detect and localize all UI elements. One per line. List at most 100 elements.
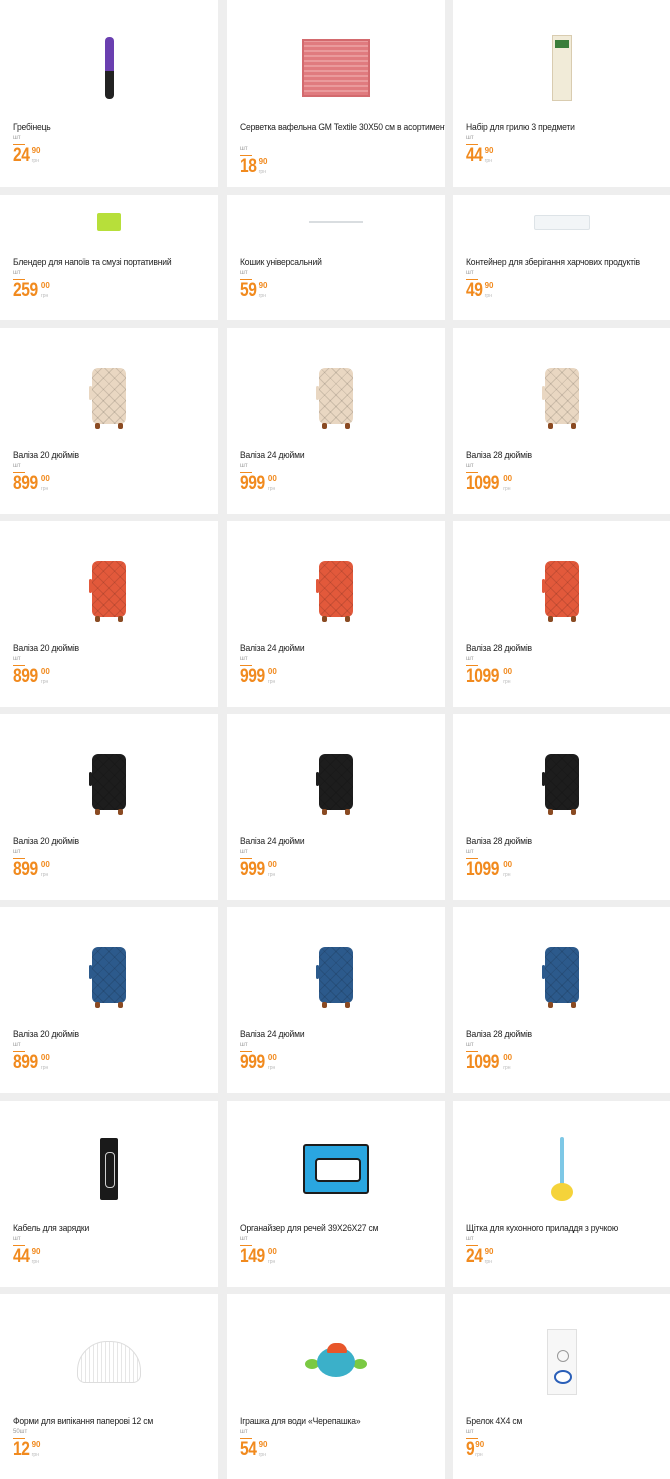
- price-cents: 90: [31, 1247, 41, 1256]
- product-card[interactable]: Валіза 20 дюймів шт 899 00 грн: [0, 328, 218, 514]
- product-image[interactable]: [453, 1324, 670, 1400]
- product-card[interactable]: Валіза 28 дюймів шт 1099 00 грн: [453, 521, 670, 707]
- price-main: 24: [466, 1246, 483, 1267]
- product-card[interactable]: Щітка для кухонного приладдя з ручкою шт 2…: [453, 1101, 670, 1287]
- product-name[interactable]: Органайзер для речей 39Х26Х27 см: [240, 1223, 445, 1234]
- product-card[interactable]: Валіза 24 дюйми шт 999 00 грн: [227, 907, 445, 1093]
- product-image[interactable]: [0, 358, 218, 434]
- product-image[interactable]: [0, 1324, 218, 1400]
- product-name[interactable]: Іграшка для води «Черепашка»: [240, 1416, 445, 1427]
- price-currency: грн: [484, 1259, 492, 1265]
- product-name[interactable]: Серветка вафельна GM Textile 30Х50 см в …: [240, 122, 445, 133]
- product-card[interactable]: Серветка вафельна GM Textile 30Х50 см в …: [227, 0, 445, 187]
- product-name[interactable]: Щітка для кухонного приладдя з ручкою: [466, 1223, 670, 1234]
- suitcase-handle: [89, 772, 92, 786]
- suitcase-handle: [89, 579, 92, 593]
- product-name[interactable]: Валіза 24 дюйми: [240, 836, 445, 847]
- product-name[interactable]: Валіза 24 дюйми: [240, 450, 445, 461]
- product-image[interactable]: [227, 30, 445, 106]
- product-image[interactable]: [0, 937, 218, 1013]
- product-name[interactable]: Блендер для напоїв та смузі портативний: [13, 257, 218, 268]
- product-name[interactable]: Валіза 20 дюймів: [13, 643, 218, 654]
- product-name[interactable]: Кошик універсальний: [240, 257, 445, 268]
- product-card[interactable]: Контейнер для зберігання харчових продук…: [453, 195, 670, 320]
- product-unit: шт: [13, 463, 21, 469]
- price-cents: 00: [503, 667, 513, 676]
- product-image[interactable]: [227, 207, 445, 237]
- product-image[interactable]: [453, 1131, 670, 1207]
- price-cents: 00: [267, 1247, 277, 1256]
- product-name[interactable]: Набір для грилю 3 предмети: [466, 122, 670, 133]
- product-name[interactable]: Гребінець: [13, 122, 218, 133]
- product-image[interactable]: [453, 744, 670, 820]
- product-name[interactable]: Валіза 20 дюймів: [13, 450, 218, 461]
- product-name[interactable]: Валіза 24 дюйми: [240, 1029, 445, 1040]
- product-card[interactable]: Валіза 28 дюймів шт 1099 00 грн: [453, 714, 670, 900]
- product-image[interactable]: [227, 551, 445, 627]
- product-card[interactable]: Валіза 20 дюймів шт 899 00 грн: [0, 714, 218, 900]
- product-card[interactable]: Органайзер для речей 39Х26Х27 см шт 149 00 г…: [227, 1101, 445, 1287]
- container-icon: [533, 214, 590, 230]
- suitcase-wheel: [570, 809, 576, 815]
- product-image[interactable]: [0, 551, 218, 627]
- product-card[interactable]: Брелок 4Х4 см шт 9 90 грн: [453, 1294, 670, 1479]
- product-name[interactable]: Валіза 20 дюймів: [13, 1029, 218, 1040]
- price-cents: 90: [31, 146, 41, 155]
- product-card[interactable]: Валіза 20 дюймів шт 899 00 грн: [0, 907, 218, 1093]
- product-image[interactable]: [453, 207, 670, 237]
- product-image[interactable]: [0, 1131, 218, 1207]
- product-card[interactable]: Кошик універсальний шт 59 90 грн: [227, 195, 445, 320]
- product-image[interactable]: [227, 1324, 445, 1400]
- product-name[interactable]: Брелок 4Х4 см: [466, 1416, 670, 1427]
- product-card[interactable]: Валіза 28 дюймів шт 1099 00 грн: [453, 328, 670, 514]
- product-card[interactable]: Валіза 24 дюйми шт 999 00 грн: [227, 328, 445, 514]
- product-card[interactable]: Валіза 24 дюйми шт 999 00 грн: [227, 521, 445, 707]
- product-card[interactable]: Блендер для напоїв та смузі портативний ш…: [0, 195, 218, 320]
- product-card[interactable]: Валіза 28 дюймів шт 1099 00 грн: [453, 907, 670, 1093]
- product-name[interactable]: Валіза 28 дюймів: [466, 836, 670, 847]
- product-image[interactable]: [0, 207, 218, 237]
- product-image[interactable]: [453, 937, 670, 1013]
- product-name[interactable]: Валіза 28 дюймів: [466, 450, 670, 461]
- product-card[interactable]: Іграшка для води «Черепашка» шт 54 90 грн: [227, 1294, 445, 1479]
- product-price: 1099 00 грн: [466, 666, 512, 688]
- product-name[interactable]: Валіза 20 дюймів: [13, 836, 218, 847]
- product-unit: шт: [466, 656, 474, 662]
- product-image[interactable]: [0, 30, 218, 106]
- product-card[interactable]: Форми для випікання паперові 12 см 50шт 12…: [0, 1294, 218, 1479]
- price-cents: 00: [40, 667, 50, 676]
- suitcase-icon: [89, 368, 126, 429]
- product-name[interactable]: Валіза 28 дюймів: [466, 643, 670, 654]
- product-image[interactable]: [0, 744, 218, 820]
- price-main: 1099: [466, 666, 500, 687]
- price-currency: грн: [484, 293, 492, 299]
- product-card[interactable]: Гребінець шт 24 90 грн: [0, 0, 218, 187]
- product-unit: шт: [466, 135, 474, 141]
- product-name[interactable]: Контейнер для зберігання харчових продук…: [466, 257, 670, 268]
- product-image[interactable]: [227, 358, 445, 434]
- product-price: 59 90 грн: [240, 280, 268, 302]
- product-price: 18 90 грн: [240, 156, 268, 178]
- price-cents: 90: [258, 281, 268, 290]
- product-card[interactable]: Набір для грилю 3 предмети шт 44 90 грн: [453, 0, 670, 187]
- product-grid: Гребінець шт 24 90 грн Серветка вафельна GM T…: [0, 0, 670, 1479]
- product-price: 899 00 грн: [13, 859, 50, 881]
- product-image[interactable]: [227, 744, 445, 820]
- product-image[interactable]: [453, 358, 670, 434]
- product-image[interactable]: [227, 937, 445, 1013]
- price-currency: грн: [267, 1065, 276, 1071]
- product-price: 999 00 грн: [240, 1052, 277, 1074]
- suitcase-handle: [316, 386, 319, 400]
- product-card[interactable]: Кабель для зарядки шт 44 90 грн: [0, 1101, 218, 1287]
- product-name[interactable]: Валіза 24 дюйми: [240, 643, 445, 654]
- product-name[interactable]: Форми для випікання паперові 12 см: [13, 1416, 218, 1427]
- product-card[interactable]: Валіза 24 дюйми шт 999 00 грн: [227, 714, 445, 900]
- product-name[interactable]: Валіза 28 дюймів: [466, 1029, 670, 1040]
- product-image[interactable]: [227, 1131, 445, 1207]
- product-name[interactable]: Кабель для зарядки: [13, 1223, 218, 1234]
- product-card[interactable]: Валіза 20 дюймів шт 899 00 грн: [0, 521, 218, 707]
- product-price: 12 90 грн: [13, 1439, 41, 1461]
- product-image[interactable]: [453, 551, 670, 627]
- product-image[interactable]: [453, 30, 670, 106]
- product-unit: шт: [466, 849, 474, 855]
